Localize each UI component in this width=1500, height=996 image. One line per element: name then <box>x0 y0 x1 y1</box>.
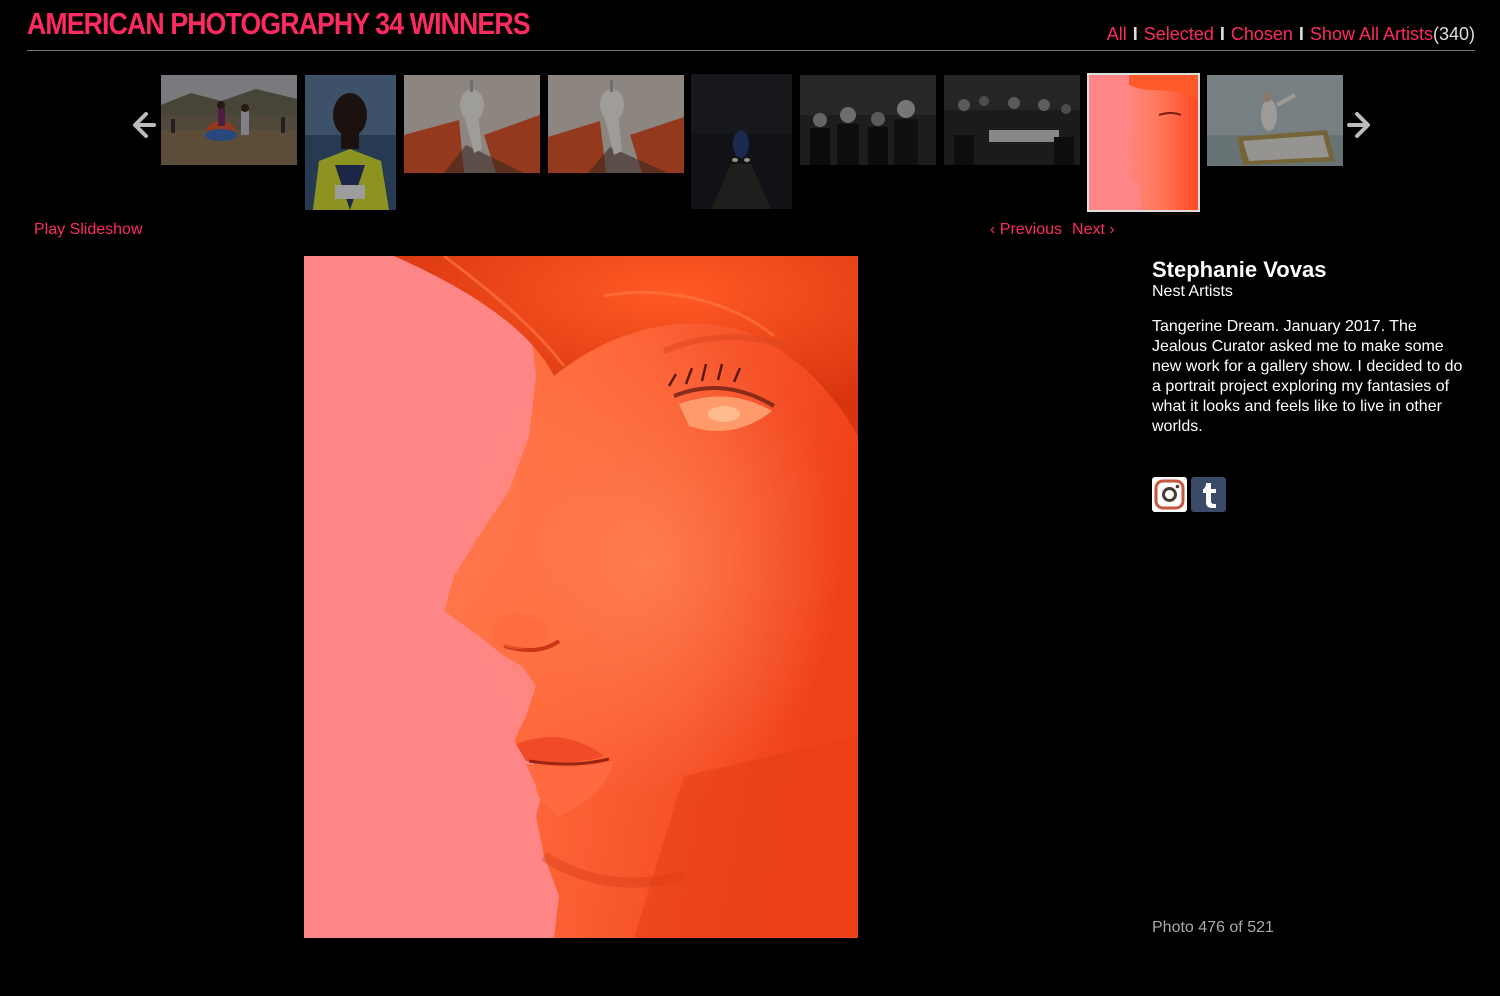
photo-counter: Photo 476 of 521 <box>1152 919 1274 936</box>
thumbnail-men-in-suits-bw[interactable] <box>800 75 936 165</box>
tumblr-icon[interactable] <box>1191 477 1226 512</box>
previous-button[interactable]: ‹ Previous <box>990 221 1062 238</box>
show-all-artists-link[interactable]: Show All Artists <box>1310 24 1433 44</box>
filter-selected-link[interactable]: Selected <box>1144 24 1214 44</box>
arrow-right-icon[interactable] <box>1347 108 1373 142</box>
separator: I <box>1298 24 1304 44</box>
instagram-icon[interactable] <box>1152 477 1187 512</box>
arrow-left-icon[interactable] <box>130 108 156 142</box>
filter-chosen-link[interactable]: Chosen <box>1231 24 1293 44</box>
filter-nav: All I Selected I Chosen I Show All Artists(340… <box>1107 24 1475 45</box>
thumbnail-banquet-bw[interactable] <box>944 75 1080 165</box>
filter-all-link[interactable]: All <box>1107 24 1127 44</box>
artist-name[interactable]: Stephanie Vovas <box>1152 257 1326 283</box>
pagination: ‹ Previous Next › <box>990 221 1115 239</box>
site-title[interactable]: AMERICAN PHOTOGRAPHY 34 WINNERS <box>27 6 531 42</box>
next-button[interactable]: Next › <box>1072 221 1115 238</box>
thumbnail-marathon-runner[interactable] <box>305 75 396 210</box>
play-slideshow-button[interactable]: Play Slideshow <box>34 221 143 239</box>
thumbnail-night-scene-dark[interactable] <box>691 74 792 209</box>
thumbnail-white-shoe-still-life-2[interactable] <box>548 75 684 173</box>
thumbnail-outdoor-market-dance[interactable] <box>161 75 297 165</box>
artist-count: (340) <box>1432 24 1475 44</box>
agency-name: Nest Artists <box>1152 283 1233 300</box>
page: AMERICAN PHOTOGRAPHY 34 WINNERS All I Sele… <box>0 0 1500 996</box>
separator: I <box>1219 24 1225 44</box>
thumbnail-white-shoe-still-life[interactable] <box>404 75 540 173</box>
separator: I <box>1132 24 1138 44</box>
thumbnail-figure-on-rug[interactable] <box>1207 75 1343 166</box>
thumbnail-red-portrait[interactable] <box>1087 73 1200 212</box>
header-divider <box>27 50 1475 51</box>
photo-caption: Tangerine Dream. January 2017. The Jealo… <box>1152 318 1463 435</box>
main-photo[interactable] <box>304 256 858 938</box>
